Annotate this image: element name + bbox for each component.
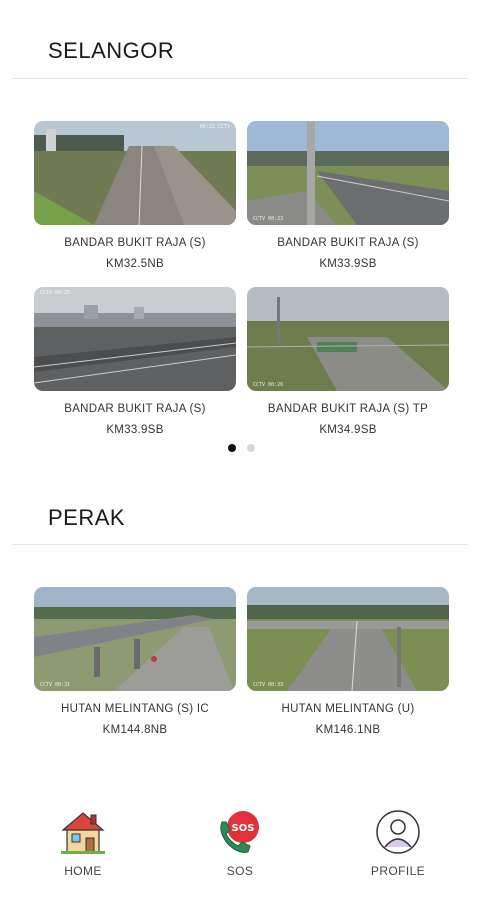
camera-location: BANDAR BUKIT RAJA (S): [64, 403, 206, 415]
camera-card[interactable]: CCTV 00:23 BANDAR BUKIT RAJA (S) KM33.9S…: [247, 121, 449, 270]
pager-dot[interactable]: [247, 444, 255, 452]
camera-km: KM33.9SB: [106, 424, 164, 436]
sos-phone-icon: SOS: [216, 808, 264, 856]
camera-thumbnail[interactable]: 00:21 CCTV: [34, 121, 236, 225]
nav-sos-label: SOS: [226, 864, 254, 878]
nav-profile[interactable]: PROFILE: [353, 808, 443, 878]
camera-thumbnail[interactable]: CCTV 00:26: [247, 287, 449, 391]
camera-card[interactable]: 00:21 CCTV BANDAR BUKIT RAJA (S) KM32.5N…: [34, 121, 236, 270]
camera-card[interactable]: CCTV 00:25 BANDAR BUKIT RAJA (S) KM33.9S…: [34, 287, 236, 436]
camera-km: KM144.8NB: [102, 724, 168, 736]
camera-km: KM32.5NB: [105, 258, 164, 270]
nav-home-label: HOME: [64, 864, 102, 878]
camera-thumbnail[interactable]: CCTV 00:25: [34, 287, 236, 391]
bottom-navigation: HOME SOS SOS PROFILE: [0, 790, 480, 900]
camera-thumbnail[interactable]: CCTV 00:31: [34, 587, 236, 691]
camera-card[interactable]: CCTV 00:33 HUTAN MELINTANG (U) KM146.1NB: [247, 587, 449, 736]
camera-thumbnail[interactable]: CCTV 00:23: [247, 121, 449, 225]
section-title-perak: PERAK: [48, 505, 126, 530]
nav-home[interactable]: HOME: [38, 808, 128, 878]
camera-thumbnail[interactable]: CCTV 00:33: [247, 587, 449, 691]
pager-dot-active[interactable]: [228, 444, 236, 452]
camera-location: BANDAR BUKIT RAJA (S) TP: [267, 403, 429, 415]
carousel-pager: [228, 444, 255, 452]
camera-km: KM33.9SB: [319, 258, 377, 270]
svg-text:SOS: SOS: [232, 823, 255, 834]
nav-profile-label: PROFILE: [370, 864, 426, 878]
section-divider: [12, 544, 468, 545]
section-divider: [12, 78, 468, 79]
section-title-selangor: SELANGOR: [48, 38, 175, 63]
camera-location: HUTAN MELINTANG (U): [281, 703, 415, 715]
camera-card[interactable]: CCTV 00:31 HUTAN MELINTANG (S) IC KM144.…: [34, 587, 236, 736]
camera-location: BANDAR BUKIT RAJA (S): [64, 237, 206, 249]
camera-card[interactable]: CCTV 00:26 BANDAR BUKIT RAJA (S) TP KM34…: [247, 287, 449, 436]
camera-location: BANDAR BUKIT RAJA (S): [277, 237, 419, 249]
house-icon: [59, 808, 107, 856]
camera-km: KM146.1NB: [315, 724, 381, 736]
user-profile-icon: [374, 808, 422, 856]
nav-sos[interactable]: SOS SOS: [195, 808, 285, 878]
camera-location: HUTAN MELINTANG (S) IC: [60, 703, 209, 715]
camera-km: KM34.9SB: [319, 424, 377, 436]
